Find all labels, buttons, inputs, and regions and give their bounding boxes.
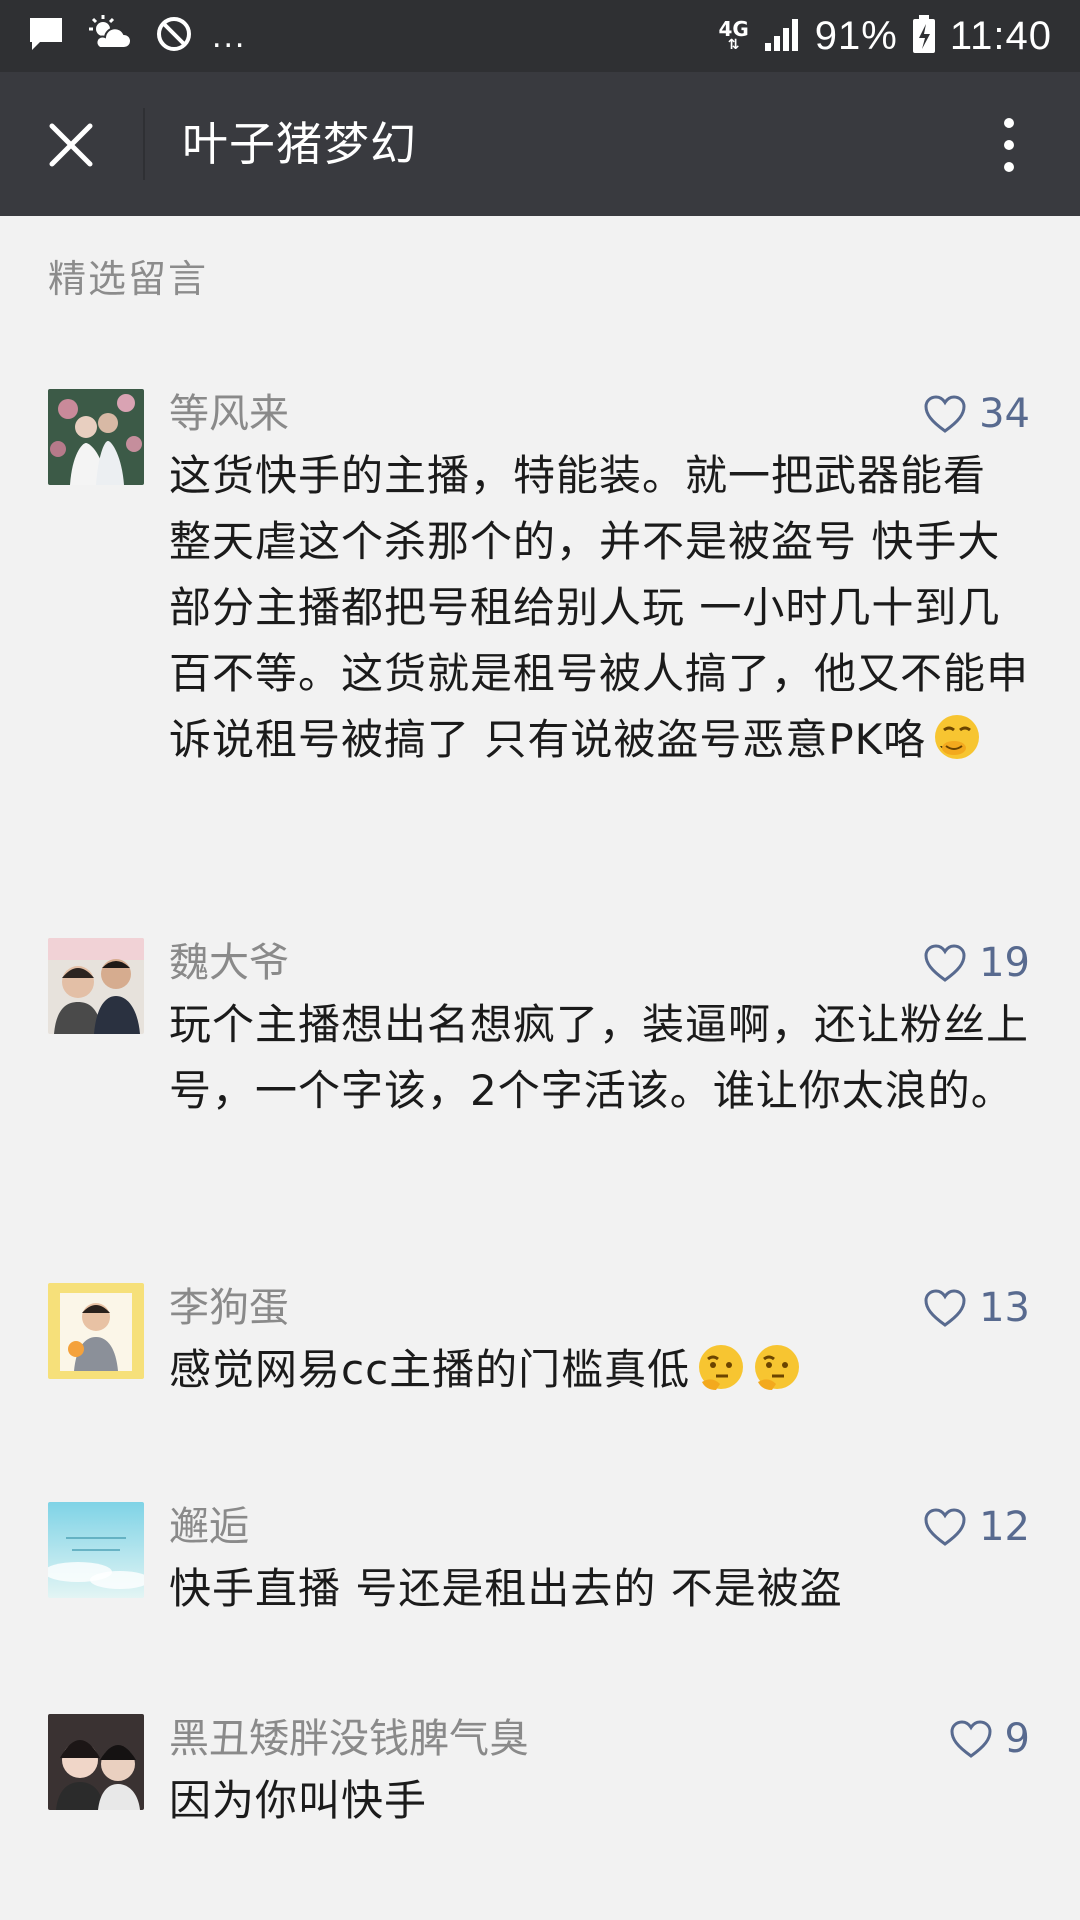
thinking-emoji-icon: [699, 1345, 744, 1390]
comment-text: 因为你叫快手: [169, 1776, 428, 1825]
status-bar-system: 4G ⇅ 91% 11:40: [718, 12, 1052, 60]
comment-text: 这货快手的主播，特能装。就一把武器能看 整天虐这个杀那个的，并不是被盗号 快手大…: [169, 443, 1031, 773]
avatar[interactable]: [48, 389, 144, 485]
weather-icon: [88, 14, 132, 58]
comment-text-content: 感觉网易cc主播的门槛真低: [169, 1345, 691, 1394]
title-bar: 叶子猪梦幻: [0, 72, 1080, 216]
like-count: 9: [1004, 1716, 1030, 1762]
comment-body: 等风来 这货快手的主播，特能装。就一把武器能看 整天虐这个杀那个的，并不是被盗号…: [169, 389, 1031, 773]
heart-icon: [924, 395, 966, 433]
comment-body: 邂逅 快手直播 号还是租出去的 不是被盗: [169, 1502, 1031, 1622]
more-notifications: ...: [212, 16, 247, 55]
message-icon: [26, 14, 66, 58]
comment-text: 快手直播 号还是租出去的 不是被盗: [169, 1564, 843, 1613]
signal-icon: [763, 15, 801, 57]
comment-body: 黑丑矮胖没钱脾气臭 因为你叫快手: [169, 1714, 1031, 1834]
thinking-emoji-icon: [755, 1345, 800, 1390]
status-bar-notifications: ...: [26, 12, 246, 60]
comment-text: 感觉网易cc主播的门槛真低: [169, 1337, 1031, 1403]
heart-icon: [924, 1289, 966, 1327]
more-vertical-icon: [1004, 118, 1014, 172]
like-button[interactable]: 19: [923, 938, 1030, 988]
heart-icon: [924, 944, 966, 982]
battery-percentage: 91%: [814, 13, 898, 58]
comment-author[interactable]: 魏大爷: [169, 938, 1031, 988]
close-button[interactable]: [36, 110, 106, 180]
close-icon: [49, 123, 93, 167]
comment-author[interactable]: 等风来: [169, 389, 1031, 439]
like-count: 13: [979, 1285, 1030, 1331]
network-type: 4G: [718, 17, 749, 41]
avatar[interactable]: [48, 938, 144, 1034]
comment-author[interactable]: 黑丑矮胖没钱脾气臭: [169, 1714, 1031, 1764]
avatar[interactable]: [48, 1502, 144, 1598]
like-button[interactable]: 9: [949, 1714, 1030, 1764]
like-count: 19: [979, 940, 1030, 986]
clock: 11:40: [949, 13, 1052, 58]
like-count: 12: [979, 1504, 1030, 1550]
comment-text: 玩个主播想出名想疯了，装逼啊，还让粉丝上号，一个字该，2个字活该。谁让你太浪的。: [169, 1000, 1030, 1115]
more-options-button[interactable]: [974, 110, 1044, 180]
page-title: 叶子猪梦幻: [182, 117, 417, 171]
like-button[interactable]: 34: [923, 389, 1030, 439]
avatar[interactable]: [48, 1283, 144, 1379]
comment-author[interactable]: 李狗蛋: [169, 1283, 1031, 1333]
comment-body: 李狗蛋 感觉网易cc主播的门槛真低: [169, 1283, 1031, 1403]
like-count: 34: [979, 391, 1030, 437]
title-divider: [143, 108, 145, 180]
network-indicator: 4G ⇅: [718, 17, 749, 53]
comment-text-content: 这货快手的主播，特能装。就一把武器能看 整天虐这个杀那个的，并不是被盗号 快手大…: [169, 451, 1030, 764]
avatar[interactable]: [48, 1714, 144, 1810]
status-bar: ... 4G ⇅ 91% 11:40: [0, 0, 1080, 72]
blocked-icon: [154, 14, 194, 58]
snicker-emoji-icon: [935, 715, 980, 759]
battery-charging-icon: [912, 14, 936, 58]
section-title: 精选留言: [48, 257, 209, 301]
heart-icon: [950, 1720, 992, 1758]
like-button[interactable]: 12: [923, 1502, 1030, 1552]
like-button[interactable]: 13: [923, 1283, 1030, 1333]
comment-author[interactable]: 邂逅: [169, 1502, 1031, 1552]
heart-icon: [924, 1508, 966, 1546]
comment-body: 魏大爷 玩个主播想出名想疯了，装逼啊，还让粉丝上号，一个字该，2个字活该。谁让你…: [169, 938, 1031, 1124]
